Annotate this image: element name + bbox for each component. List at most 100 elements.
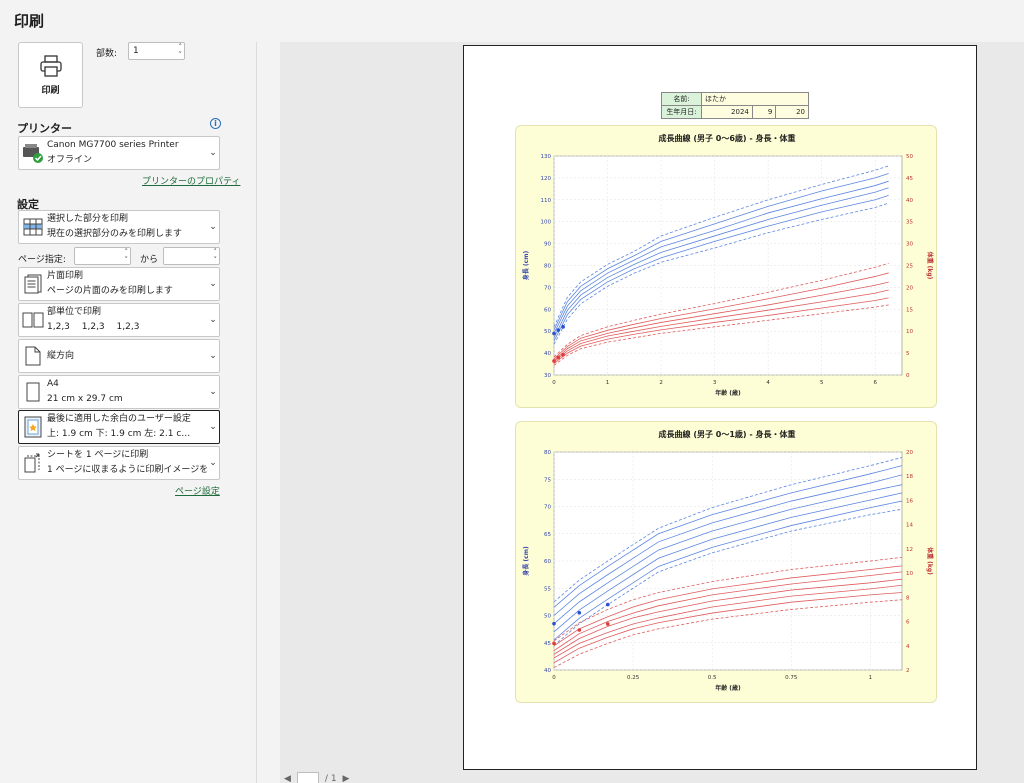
y2-tick-label: 35 (906, 220, 913, 226)
y-tick-label: 60 (544, 307, 551, 313)
page-number-input[interactable] (296, 772, 319, 783)
x-tick-label: 0 (552, 675, 556, 681)
print-button[interactable]: 印刷 (18, 42, 83, 108)
orientation-title: 縦方向 (47, 350, 75, 361)
y2-tick-label: 18 (906, 474, 913, 480)
y2-tick-label: 40 (906, 198, 913, 204)
name-value: ほたか (701, 92, 809, 106)
collate-title: 部単位で印刷 (47, 307, 102, 317)
chevron-down-icon: ⌄ (209, 279, 217, 289)
y-tick-label: 75 (544, 477, 551, 483)
x-tick-label: 5 (820, 380, 824, 386)
x-tick-label: 0.75 (785, 675, 798, 681)
y2-tick-label: 4 (906, 644, 910, 650)
collate-desc: 1,2,3 1,2,3 1,2,3 (47, 322, 140, 332)
margins-select[interactable]: 最後に適用した余白のユーザー設定 上: 1.9 cm 下: 1.9 cm 左: … (18, 410, 220, 444)
y-tick-label: 70 (544, 285, 551, 291)
panel-divider (256, 42, 257, 783)
print-button-label: 印刷 (41, 85, 60, 96)
weight-data-point (552, 641, 556, 646)
collate-select[interactable]: 部単位で印刷 1,2,3 1,2,3 1,2,3 ⌄ (18, 303, 220, 337)
y2-tick-label: 50 (906, 154, 913, 160)
height-data-point (605, 602, 610, 607)
y2-tick-label: 5 (906, 351, 910, 357)
copies-stepper[interactable]: 1 ˄ ˅ (128, 42, 185, 60)
y2-tick-label: 20 (906, 450, 913, 456)
y-tick-label: 65 (544, 532, 551, 538)
margins-desc: 上: 1.9 cm 下: 1.9 cm 左: 2.1 c… (47, 429, 191, 439)
scaling-desc: 1 ページに収まるように印刷イメージを… (47, 465, 207, 475)
x-tick-label: 1 (606, 380, 610, 386)
pages-to-label: から (140, 255, 159, 265)
dob-month: 9 (751, 105, 777, 119)
y-tick-label: 120 (541, 176, 552, 182)
custom-margins-icon (24, 416, 42, 438)
y-axis-label: 身長 (cm) (522, 251, 530, 281)
paper-size-select[interactable]: A4 21 cm x 29.7 cm ⌄ (18, 375, 220, 409)
stepper-arrows-icon[interactable]: ˄ ˅ (125, 248, 129, 264)
y2-tick-label: 10 (906, 329, 913, 335)
x-axis-label: 年齢 (歳) (715, 389, 741, 397)
prev-page-icon[interactable]: ◀ (284, 774, 291, 783)
name-table: 名前: ほたか 生年月日: 2024 9 20 (661, 92, 809, 119)
y2-axis-label: 体重 (kg) (926, 547, 934, 575)
y-tick-label: 80 (544, 264, 551, 270)
weight-data-point (605, 622, 610, 626)
printer-ready-icon (23, 144, 43, 163)
printer-select[interactable]: Canon MG7700 series Printer オフライン ⌄ (18, 136, 220, 170)
y2-tick-label: 15 (906, 307, 913, 313)
y2-tick-label: 25 (906, 264, 913, 270)
x-tick-label: 0.25 (627, 675, 640, 681)
y-tick-label: 40 (544, 668, 551, 674)
next-page-icon[interactable]: ▶ (343, 774, 350, 783)
chevron-down-icon: ⌄ (209, 422, 217, 432)
portrait-page-icon (25, 346, 41, 366)
chart-0-1-svg: 成長曲線 (男子 0〜1歳) - 身長・体重404550556065707580… (522, 429, 934, 692)
chevron-down-icon: ⌄ (209, 387, 217, 397)
page-to-input[interactable]: ˄ ˅ (163, 247, 220, 265)
page-setup-link[interactable]: ページ設定 (175, 484, 220, 497)
chevron-down-icon: ⌄ (209, 222, 217, 232)
x-tick-label: 2 (659, 380, 663, 386)
weight-data-point (561, 353, 565, 357)
y-tick-label: 55 (544, 586, 551, 592)
weight-data-point (556, 355, 561, 360)
y-tick-label: 100 (541, 220, 552, 226)
y-tick-label: 50 (544, 614, 551, 620)
y2-tick-label: 45 (906, 176, 913, 182)
y2-tick-label: 6 (906, 620, 910, 626)
page-title: 印刷 (14, 12, 45, 30)
scaling-select[interactable]: シートを 1 ページに印刷 1 ページに収まるように印刷イメージを… ⌄ (18, 446, 220, 480)
chart-title: 成長曲線 (男子 0〜6歳) - 身長・体重 (659, 133, 796, 143)
fit-to-page-icon (24, 453, 40, 473)
printer-properties-link[interactable]: プリンターのプロパティ (142, 174, 240, 187)
print-what-select[interactable]: 選択した部分を印刷 現在の選択部分のみを印刷します ⌄ (18, 210, 220, 244)
height-data-point (561, 325, 565, 329)
x-tick-label: 0.5 (708, 675, 717, 681)
y-tick-label: 60 (544, 559, 551, 565)
stepper-arrows-icon[interactable]: ˄ ˅ (179, 43, 183, 59)
orientation-select[interactable]: 縦方向 ⌄ (18, 339, 220, 373)
y2-tick-label: 30 (906, 242, 913, 248)
y-tick-label: 45 (544, 641, 551, 647)
stepper-arrows-icon[interactable]: ˄ ˅ (214, 248, 218, 264)
y2-axis-label: 体重 (kg) (926, 252, 934, 280)
pages-label: ページ指定: (18, 255, 66, 265)
chart-0-6-svg: 成長曲線 (男子 0〜6歳) - 身長・体重 30 40 50 60 70 80 90 100 1… (522, 133, 934, 397)
y-tick-label: 90 (544, 242, 551, 248)
height-data-point (556, 328, 561, 332)
page-total: / 1 (324, 774, 337, 783)
sides-select[interactable]: 片面印刷 ページの片面のみを印刷します ⌄ (18, 267, 220, 301)
height-data-point (552, 331, 556, 336)
info-icon[interactable]: i (210, 118, 221, 129)
single-sided-icon (24, 274, 42, 294)
print-what-desc: 現在の選択部分のみを印刷します (47, 229, 183, 239)
y-tick-label: 80 (544, 450, 551, 456)
margins-title: 最後に適用した余白のユーザー設定 (47, 414, 191, 424)
chevron-down-icon: ⌄ (209, 315, 217, 325)
page-from-input[interactable]: ˄ ˅ (74, 247, 131, 265)
chevron-down-icon: ⌄ (209, 458, 217, 468)
sides-title: 片面印刷 (47, 271, 84, 281)
selection-grid-icon (23, 218, 43, 236)
y2-tick-label: 14 (906, 523, 913, 529)
